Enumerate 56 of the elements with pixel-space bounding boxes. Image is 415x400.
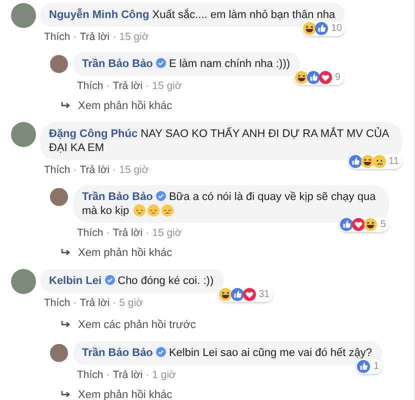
reply-arrow-icon (61, 102, 71, 110)
like-link[interactable]: Thích (77, 79, 104, 93)
separator-dot: · (73, 296, 77, 310)
reply-arrow-icon (61, 321, 71, 329)
avatar[interactable] (50, 188, 68, 206)
more-replies-link[interactable]: Xem phản hồi khác (78, 388, 172, 400)
avatar[interactable] (50, 55, 68, 73)
comment-text: Trần Bảo Bảo E làm nam chính nha :))) (82, 58, 290, 70)
separator-dot: · (146, 79, 150, 93)
like-link[interactable]: Thích (77, 368, 104, 382)
reply-link[interactable]: Trả lời (112, 368, 143, 382)
separator-dot: · (73, 30, 77, 44)
comment-text: Trần Bảo Bảo Bữa a có nói là đi quay về kịp sẽ chạy qua mà ko kịp (82, 191, 376, 217)
more-replies-link[interactable]: Xem phản hồi khác (78, 246, 172, 260)
separator-dot: · (73, 163, 77, 177)
separator-dot: · (146, 368, 150, 382)
like-link[interactable]: Thích (77, 226, 104, 240)
reaction-count: 1 (373, 361, 379, 372)
comment-text: Đặng Công Phúc NAY SAO KO THẤY ANH ĐI DỰ RA MẮT MV CỦA ĐẠI KA EM (49, 128, 389, 154)
avatar[interactable] (11, 269, 36, 294)
like-link[interactable]: Thích (44, 30, 70, 44)
reaction-count: 5 (380, 219, 386, 230)
comment-text: Nguyễn Minh Công Xuất sắc.... em làm nhỏ bạn thân nha (49, 9, 336, 21)
avatar[interactable] (50, 344, 68, 362)
author-name[interactable]: Trần Bảo Bảo (82, 58, 153, 70)
reply-link[interactable]: Trả lời (112, 226, 143, 240)
like-link[interactable]: Thích (44, 163, 70, 177)
reaction-count: 11 (388, 156, 399, 167)
avatar[interactable] (11, 122, 36, 147)
comment-text: Trần Bảo Bảo Kelbin Lei sao ai cũng me vai đó hết zậy? (82, 347, 372, 359)
reply-arrow-icon (61, 249, 71, 257)
author-name[interactable]: Đặng Công Phúc (49, 128, 138, 140)
separator-dot: · (112, 163, 116, 177)
more-replies-link[interactable]: Xem phản hồi khác (78, 99, 172, 113)
more-replies-link[interactable]: Xem các phản hồi trước (78, 318, 196, 332)
separator-dot: · (146, 226, 150, 240)
reaction-count: 31 (258, 289, 270, 300)
reply-link[interactable]: Trả lời (80, 296, 110, 310)
reaction-count: 10 (331, 23, 342, 34)
like-link[interactable]: Thích (44, 296, 70, 310)
author-name[interactable]: Nguyễn Minh Công (49, 9, 150, 21)
separator-dot: · (112, 296, 116, 310)
author-name[interactable]: Trần Bảo Bảo (82, 191, 153, 203)
reply-arrow-icon (61, 391, 71, 399)
comment-text: Kelbin Lei Cho đóng ké coi. :)) (49, 275, 214, 287)
avatar[interactable] (11, 3, 36, 28)
author-name[interactable]: Kelbin Lei (49, 275, 102, 287)
separator-dot: · (106, 79, 110, 93)
reaction-count: 9 (335, 72, 341, 83)
reply-link[interactable]: Trả lời (80, 30, 110, 44)
separator-dot: · (106, 368, 110, 382)
separator-dot: · (106, 226, 110, 240)
author-name[interactable]: Trần Bảo Bảo (82, 347, 153, 359)
reply-link[interactable]: Trả lời (80, 163, 110, 177)
reply-link[interactable]: Trả lời (112, 79, 143, 93)
separator-dot: · (112, 30, 116, 44)
